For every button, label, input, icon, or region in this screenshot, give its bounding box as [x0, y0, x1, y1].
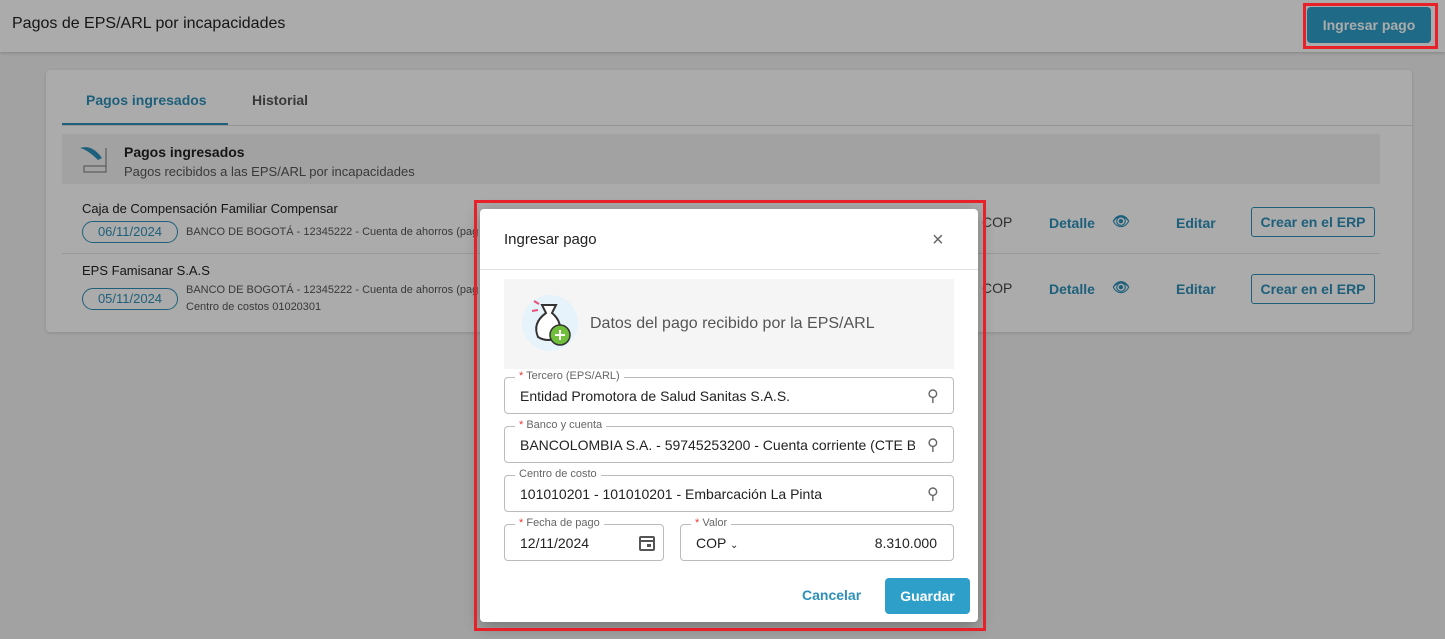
highlight-box-dialog — [474, 200, 986, 631]
highlight-box-header-button — [1303, 3, 1438, 49]
